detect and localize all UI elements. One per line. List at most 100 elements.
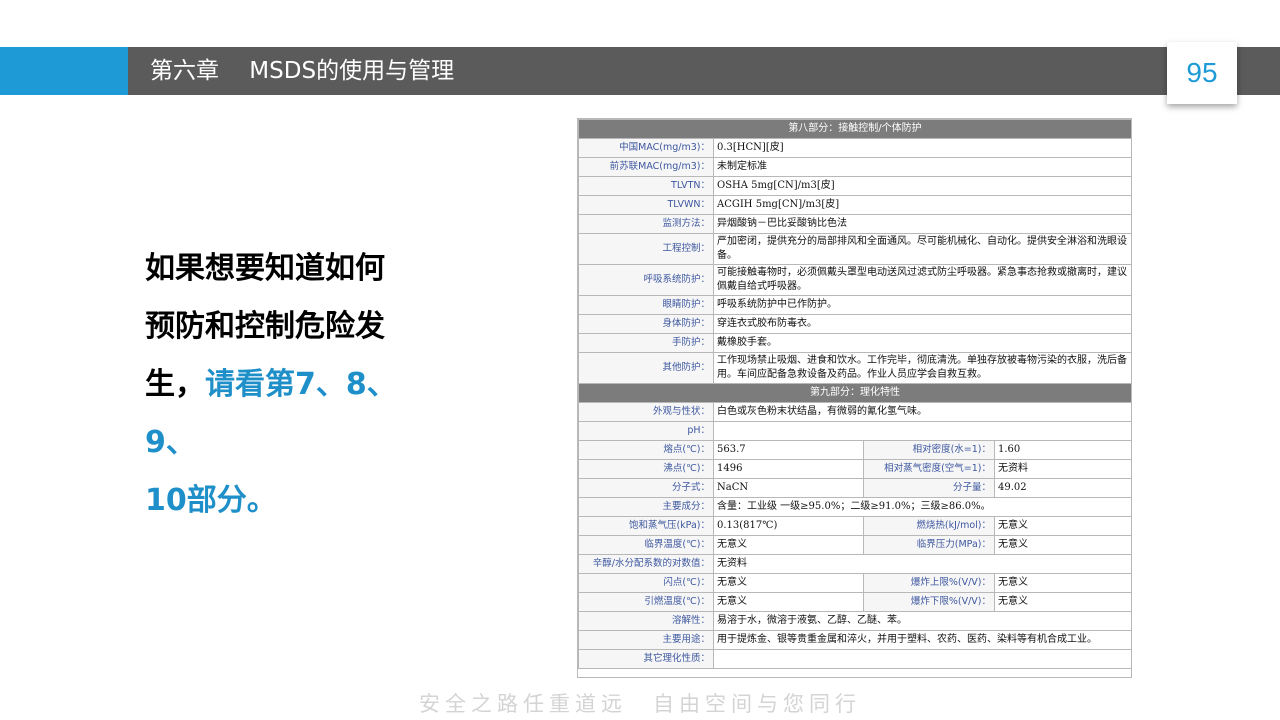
row-label: 工程控制：	[578, 233, 714, 265]
row-value: 无资料	[994, 459, 1131, 479]
table-row: 溶解性： 易溶于水，微溶于液氨、乙醇、乙醚、苯。	[578, 611, 1131, 631]
row-value: 未制定标准	[713, 157, 1131, 177]
table-row: 其他防护： 工作现场禁止吸烟、进食和饮水。工作完毕，彻底清洗。单独存放被毒物污染的…	[578, 352, 1131, 384]
row-value: 49.02	[994, 478, 1131, 498]
row-value: 工作现场禁止吸烟、进食和饮水。工作完毕，彻底清洗。单独存放被毒物污染的衣服，洗后…	[713, 352, 1131, 384]
row-value: 含量：工业级 一级≥95.0%；二级≥91.0%；三级≥86.0%。	[713, 497, 1131, 517]
row-label: 主要成分：	[578, 497, 714, 517]
row-label: 燃烧热(kJ/mol)：	[863, 516, 995, 536]
row-label: 相对密度(水=1)：	[863, 440, 995, 460]
row-label: 爆炸上限%(V/V)：	[863, 573, 995, 593]
row-value: NaCN	[713, 478, 864, 498]
row-value: 穿连衣式胶布防毒衣。	[713, 314, 1131, 334]
table-row: 外观与性状： 白色或灰色粉末状结晶，有微弱的氰化氢气味。	[578, 402, 1131, 422]
row-value: 白色或灰色粉末状结晶，有微弱的氰化氢气味。	[713, 402, 1131, 422]
row-value: OSHA 5mg[CN]/m3[皮]	[713, 176, 1131, 196]
table-row: 主要成分： 含量：工业级 一级≥95.0%；二级≥91.0%；三级≥86.0%。	[578, 497, 1131, 517]
row-value	[713, 649, 1131, 669]
row-value: 严加密闭，提供充分的局部排风和全面通风。尽可能机械化、自动化。提供安全淋浴和洗眼…	[713, 233, 1131, 265]
main-text-line: 如果想要知道如何	[145, 251, 385, 286]
row-label: pH：	[578, 421, 714, 441]
section-header-row: 第八部分：接触控制/个体防护	[578, 119, 1131, 139]
row-label: 眼睛防护：	[578, 295, 714, 315]
row-value: 易溶于水，微溶于液氨、乙醇、乙醚、苯。	[713, 611, 1131, 631]
table-row: 工程控制： 严加密闭，提供充分的局部排风和全面通风。尽可能机械化、自动化。提供安全…	[578, 233, 1131, 265]
row-label: TLVWN：	[578, 195, 714, 215]
table-row: 眼睛防护： 呼吸系统防护中已作防护。	[578, 295, 1131, 315]
main-text-line: 预防和控制危险发	[145, 309, 385, 344]
row-label: 分子量：	[863, 478, 995, 498]
row-label: 呼吸系统防护：	[578, 264, 714, 296]
row-value: 563.7	[713, 440, 864, 460]
table-row: 分子式： NaCN 分子量： 49.02	[578, 478, 1131, 498]
row-value: 无意义	[713, 573, 864, 593]
row-label: 临界压力(MPa)：	[863, 535, 995, 555]
row-value: 异烟酸钠－巴比妥酸钠比色法	[713, 214, 1131, 234]
row-label: 相对蒸气密度(空气=1)：	[863, 459, 995, 479]
msds-table: 第八部分：接触控制/个体防护 中国MAC(mg/m3)： 0.3[HCN][皮] 前…	[578, 119, 1131, 669]
row-label: TLVTN：	[578, 176, 714, 196]
row-value: 1.60	[994, 440, 1131, 460]
table-row: 熔点(℃)： 563.7 相对密度(水=1)： 1.60	[578, 440, 1131, 460]
main-text-line: 生，请看第7、8、9、	[145, 356, 445, 472]
page-number-badge: 95	[1167, 42, 1237, 104]
table-row: 呼吸系统防护： 可能接触毒物时，必须佩戴头罩型电动送风过滤式防尘呼吸器。紧急事态抢…	[578, 264, 1131, 296]
table-row: 前苏联MAC(mg/m3)： 未制定标准	[578, 157, 1131, 177]
row-value: 无意义	[994, 592, 1131, 612]
row-label: 沸点(℃)：	[578, 459, 714, 479]
row-label: 外观与性状：	[578, 402, 714, 422]
row-value: 用于提炼金、银等贵重金属和淬火，并用于塑料、农药、医药、染料等有机合成工业。	[713, 630, 1131, 650]
row-label: 身体防护：	[578, 314, 714, 334]
section-9-title: 第九部分：理化特性	[578, 383, 1131, 403]
row-value: 无资料	[713, 554, 1131, 574]
table-row: 监测方法： 异烟酸钠－巴比妥酸钠比色法	[578, 214, 1131, 234]
row-label: 监测方法：	[578, 214, 714, 234]
row-value: 0.3[HCN][皮]	[713, 138, 1131, 158]
table-row: 主要用途： 用于提炼金、银等贵重金属和淬火，并用于塑料、农药、医药、染料等有机合成…	[578, 630, 1131, 650]
row-value: 无意义	[994, 573, 1131, 593]
main-text-plain: 生，	[145, 367, 205, 402]
footer-slogan: 安全之路任重道远 自由空间与您同行	[419, 692, 861, 716]
table-row: 身体防护： 穿连衣式胶布防毒衣。	[578, 314, 1131, 334]
row-label: 手防护：	[578, 333, 714, 353]
main-text-highlight: 10部分。	[145, 483, 277, 518]
row-label: 前苏联MAC(mg/m3)：	[578, 157, 714, 177]
header-accent-bar	[0, 47, 128, 95]
main-text: 如果想要知道如何 预防和控制危险发 生，请看第7、8、9、 10部分。	[145, 240, 445, 530]
row-label: 分子式：	[578, 478, 714, 498]
row-value: 0.13(817℃)	[713, 516, 864, 536]
table-row: 手防护： 戴橡胶手套。	[578, 333, 1131, 353]
table-row: 临界温度(℃)： 无意义 临界压力(MPa)： 无意义	[578, 535, 1131, 555]
row-value	[713, 421, 1131, 441]
row-label: 饱和蒸气压(kPa)：	[578, 516, 714, 536]
row-label: 临界温度(℃)：	[578, 535, 714, 555]
table-row: 引燃温度(℃)： 无意义 爆炸下限%(V/V)： 无意义	[578, 592, 1131, 612]
section-header-row: 第九部分：理化特性	[578, 383, 1131, 403]
row-value: 可能接触毒物时，必须佩戴头罩型电动送风过滤式防尘呼吸器。紧急事态抢救或撤离时，建…	[713, 264, 1131, 296]
row-label: 爆炸下限%(V/V)：	[863, 592, 995, 612]
table-row: 辛醇/水分配系数的对数值： 无资料	[578, 554, 1131, 574]
row-value: 无意义	[713, 592, 864, 612]
table-row: 其它理化性质：	[578, 649, 1131, 669]
table-row: 闪点(℃)： 无意义 爆炸上限%(V/V)： 无意义	[578, 573, 1131, 593]
row-label: 辛醇/水分配系数的对数值：	[578, 554, 714, 574]
table-row: TLVWN： ACGIH 5mg[CN]/m3[皮]	[578, 195, 1131, 215]
table-row: 中国MAC(mg/m3)： 0.3[HCN][皮]	[578, 138, 1131, 158]
row-value: 无意义	[994, 535, 1131, 555]
row-value: ACGIH 5mg[CN]/m3[皮]	[713, 195, 1131, 215]
row-value: 戴橡胶手套。	[713, 333, 1131, 353]
row-label: 中国MAC(mg/m3)：	[578, 138, 714, 158]
chapter-title: 第六章 MSDS的使用与管理	[150, 58, 455, 84]
table-row: TLVTN： OSHA 5mg[CN]/m3[皮]	[578, 176, 1131, 196]
row-value: 1496	[713, 459, 864, 479]
row-label: 引燃温度(℃)：	[578, 592, 714, 612]
row-label: 其他防护：	[578, 352, 714, 384]
row-label: 溶解性：	[578, 611, 714, 631]
row-value: 无意义	[713, 535, 864, 555]
table-row: 沸点(℃)： 1496 相对蒸气密度(空气=1)： 无资料	[578, 459, 1131, 479]
table-row: pH：	[578, 421, 1131, 441]
row-value: 无意义	[994, 516, 1131, 536]
row-value: 呼吸系统防护中已作防护。	[713, 295, 1131, 315]
row-label: 主要用途：	[578, 630, 714, 650]
msds-table-image: 第八部分：接触控制/个体防护 中国MAC(mg/m3)： 0.3[HCN][皮] 前…	[577, 118, 1132, 678]
